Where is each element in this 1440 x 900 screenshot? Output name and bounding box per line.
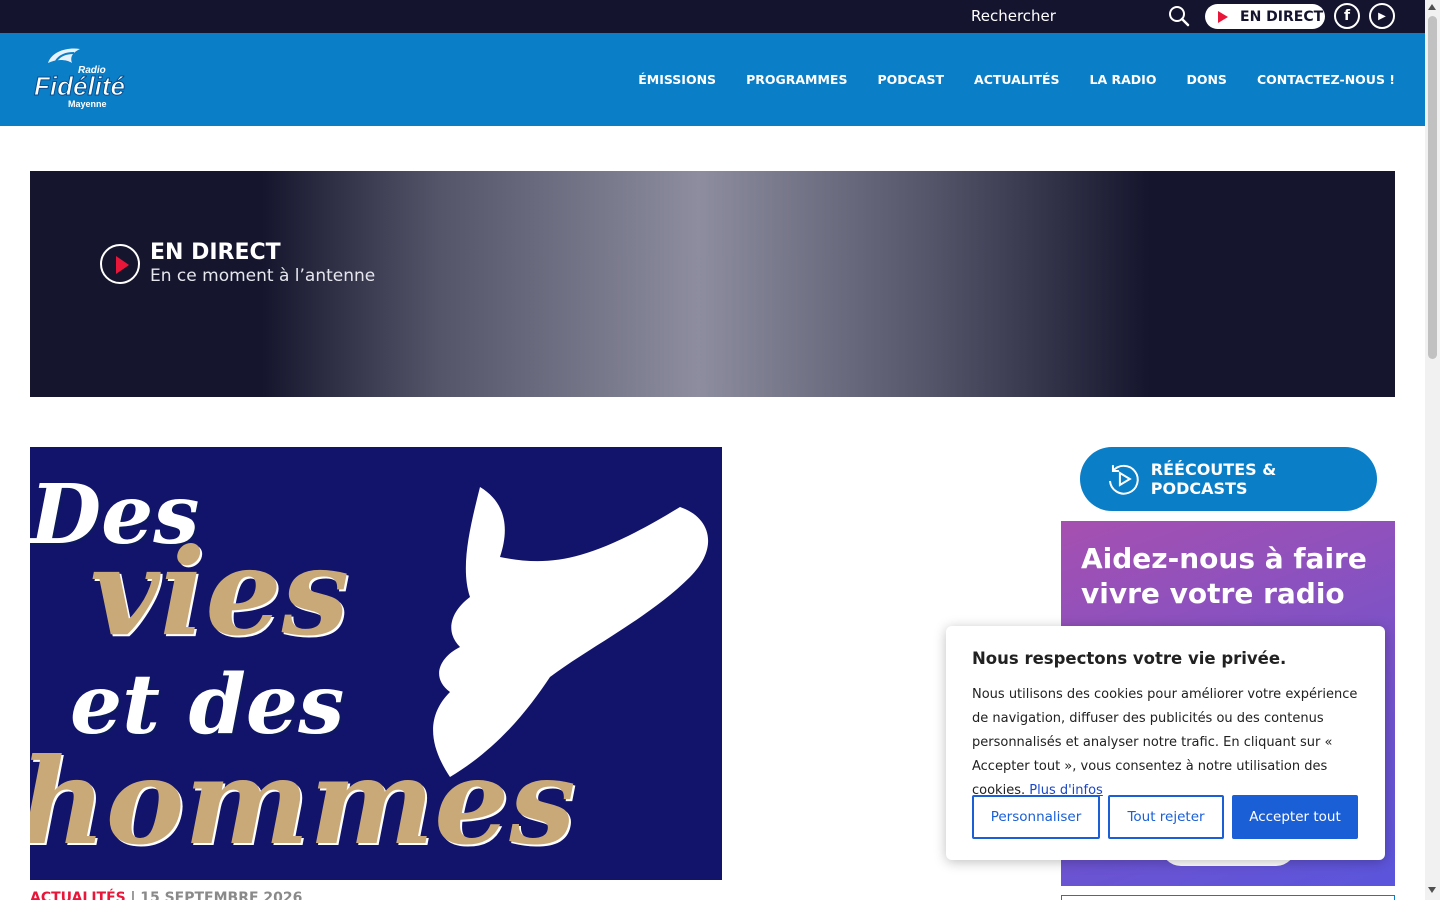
nav-emissions[interactable]: ÉMISSIONS [638, 72, 716, 87]
accept-all-button[interactable]: Accepter tout [1232, 795, 1358, 839]
main-nav: ÉMISSIONS PROGRAMMES PODCAST ACTUALITÉS … [638, 72, 1395, 87]
cookie-dialog: Nous respectons votre vie privée. Nous u… [946, 626, 1385, 860]
cookie-body-text: Nous utilisons des cookies pour améliore… [972, 687, 1358, 798]
search-icon[interactable] [1168, 5, 1190, 27]
scroll-thumb[interactable] [1428, 16, 1437, 359]
article-category[interactable]: ACTUALITÉS [30, 890, 126, 900]
banner-subtitle: En ce moment à l’antenne [150, 266, 376, 286]
nav-programmes[interactable]: PROGRAMMES [746, 72, 847, 87]
sidebar-box [1061, 895, 1395, 900]
facebook-icon[interactable]: f [1334, 3, 1360, 29]
play-icon [116, 256, 129, 274]
podcasts-button[interactable]: RÉÉCOUTES & PODCASTS [1080, 447, 1377, 511]
nav-dons[interactable]: DONS [1186, 72, 1226, 87]
article-image[interactable]: Des vies et des hommes [30, 447, 722, 880]
logo[interactable]: Radio Fidélité Mayenne [30, 45, 140, 110]
live-banner: EN DIRECT En ce moment à l’antenne [30, 171, 1395, 397]
svg-text:Mayenne: Mayenne [68, 99, 107, 109]
site-header: Radio Fidélité Mayenne ÉMISSIONS PROGRAM… [0, 33, 1425, 126]
nav-la-radio[interactable]: LA RADIO [1090, 72, 1157, 87]
cookie-body: Nous utilisons des cookies pour améliore… [972, 683, 1362, 803]
search-input[interactable]: Rechercher [971, 7, 1056, 25]
live-button-label: EN DIRECT [1240, 8, 1324, 25]
play-icon [1218, 10, 1228, 23]
image-text-hommes: hommes [30, 732, 576, 871]
cookie-title: Nous respectons votre vie privée. [972, 649, 1287, 668]
youtube-icon[interactable]: ▶ [1369, 3, 1395, 29]
meta-separator: | [130, 890, 136, 900]
customize-button[interactable]: Personnaliser [972, 795, 1100, 839]
replay-icon [1108, 464, 1139, 495]
image-text-vies: vies [90, 522, 350, 663]
scrollbar[interactable] [1425, 0, 1440, 900]
live-button[interactable]: EN DIRECT [1205, 4, 1325, 29]
podcasts-button-label: RÉÉCOUTES & PODCASTS [1150, 460, 1277, 498]
nav-contact[interactable]: CONTACTEZ-NOUS ! [1257, 72, 1395, 87]
scroll-up-icon[interactable] [1428, 4, 1436, 10]
banner-title: EN DIRECT [150, 240, 281, 265]
nav-actualites[interactable]: ACTUALITÉS [974, 72, 1060, 87]
article-meta: ACTUALITÉS | 15 SEPTEMBRE 2026 [30, 890, 302, 900]
nav-podcast[interactable]: PODCAST [877, 72, 944, 87]
play-button[interactable] [100, 244, 140, 284]
top-bar: Rechercher EN DIRECT f ▶ [0, 0, 1425, 33]
donate-title: Aidez-nous à faire vivre votre radio [1081, 542, 1367, 610]
article-date: 15 SEPTEMBRE 2026 [140, 890, 303, 900]
scroll-down-icon[interactable] [1428, 887, 1436, 893]
reject-all-button[interactable]: Tout rejeter [1108, 795, 1224, 839]
svg-text:Fidélité: Fidélité [34, 71, 125, 101]
